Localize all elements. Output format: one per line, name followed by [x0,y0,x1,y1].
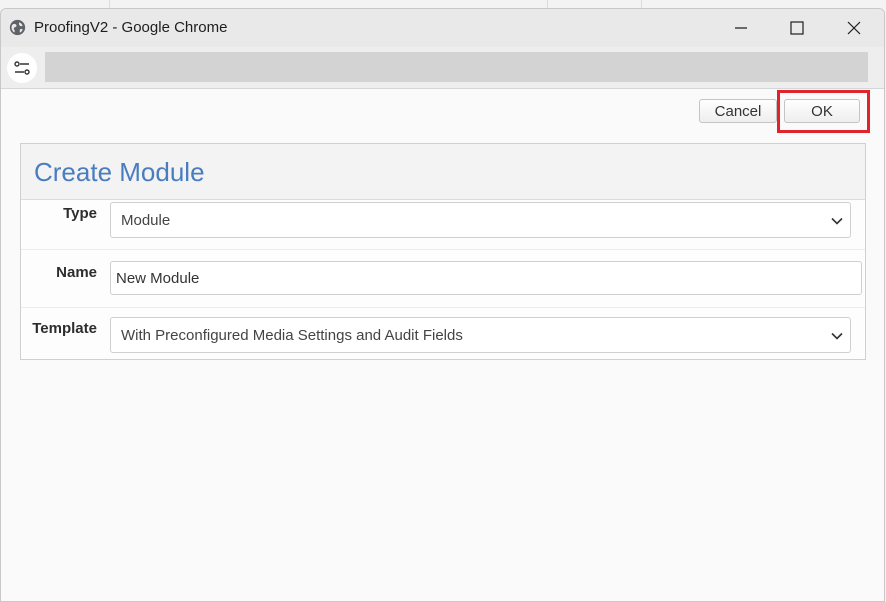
minimize-icon [735,27,747,29]
cancel-button[interactable]: Cancel [699,99,777,123]
type-row: Type Module [21,200,865,250]
type-label: Type [63,205,97,222]
browser-toolbar [1,47,884,89]
type-value: Module [121,212,171,229]
dialog-content: Cancel OK Create Module Type Module Name [1,90,884,601]
name-input[interactable] [110,261,862,295]
template-label: Template [32,320,97,337]
window-title: ProofingV2 - Google Chrome [34,19,228,36]
ok-button-highlight [777,90,870,133]
browser-window: ProofingV2 - Google Chrome Cancel OK Cre… [0,8,885,602]
maximize-button[interactable] [768,9,826,47]
maximize-icon [790,21,804,35]
chevron-down-icon [831,332,843,340]
chevron-down-icon [831,217,843,225]
name-row: Name [21,250,865,308]
template-row: Template With Preconfigured Media Settin… [21,308,865,361]
close-icon [847,21,861,35]
minimize-button[interactable] [712,9,770,47]
title-bar[interactable]: ProofingV2 - Google Chrome [1,9,884,47]
close-button[interactable] [825,9,883,47]
panel-header: Create Module [21,144,865,200]
page-title: Create Module [34,157,205,187]
site-settings-button[interactable] [7,53,37,83]
template-value: With Preconfigured Media Settings and Au… [121,327,463,344]
address-bar[interactable] [45,52,868,82]
template-select[interactable]: With Preconfigured Media Settings and Au… [110,317,851,353]
create-module-panel: Create Module Type Module Name Template [20,143,866,360]
tune-icon [14,61,30,75]
type-select[interactable]: Module [110,202,851,238]
globe-icon [9,19,26,36]
name-label: Name [56,264,97,281]
